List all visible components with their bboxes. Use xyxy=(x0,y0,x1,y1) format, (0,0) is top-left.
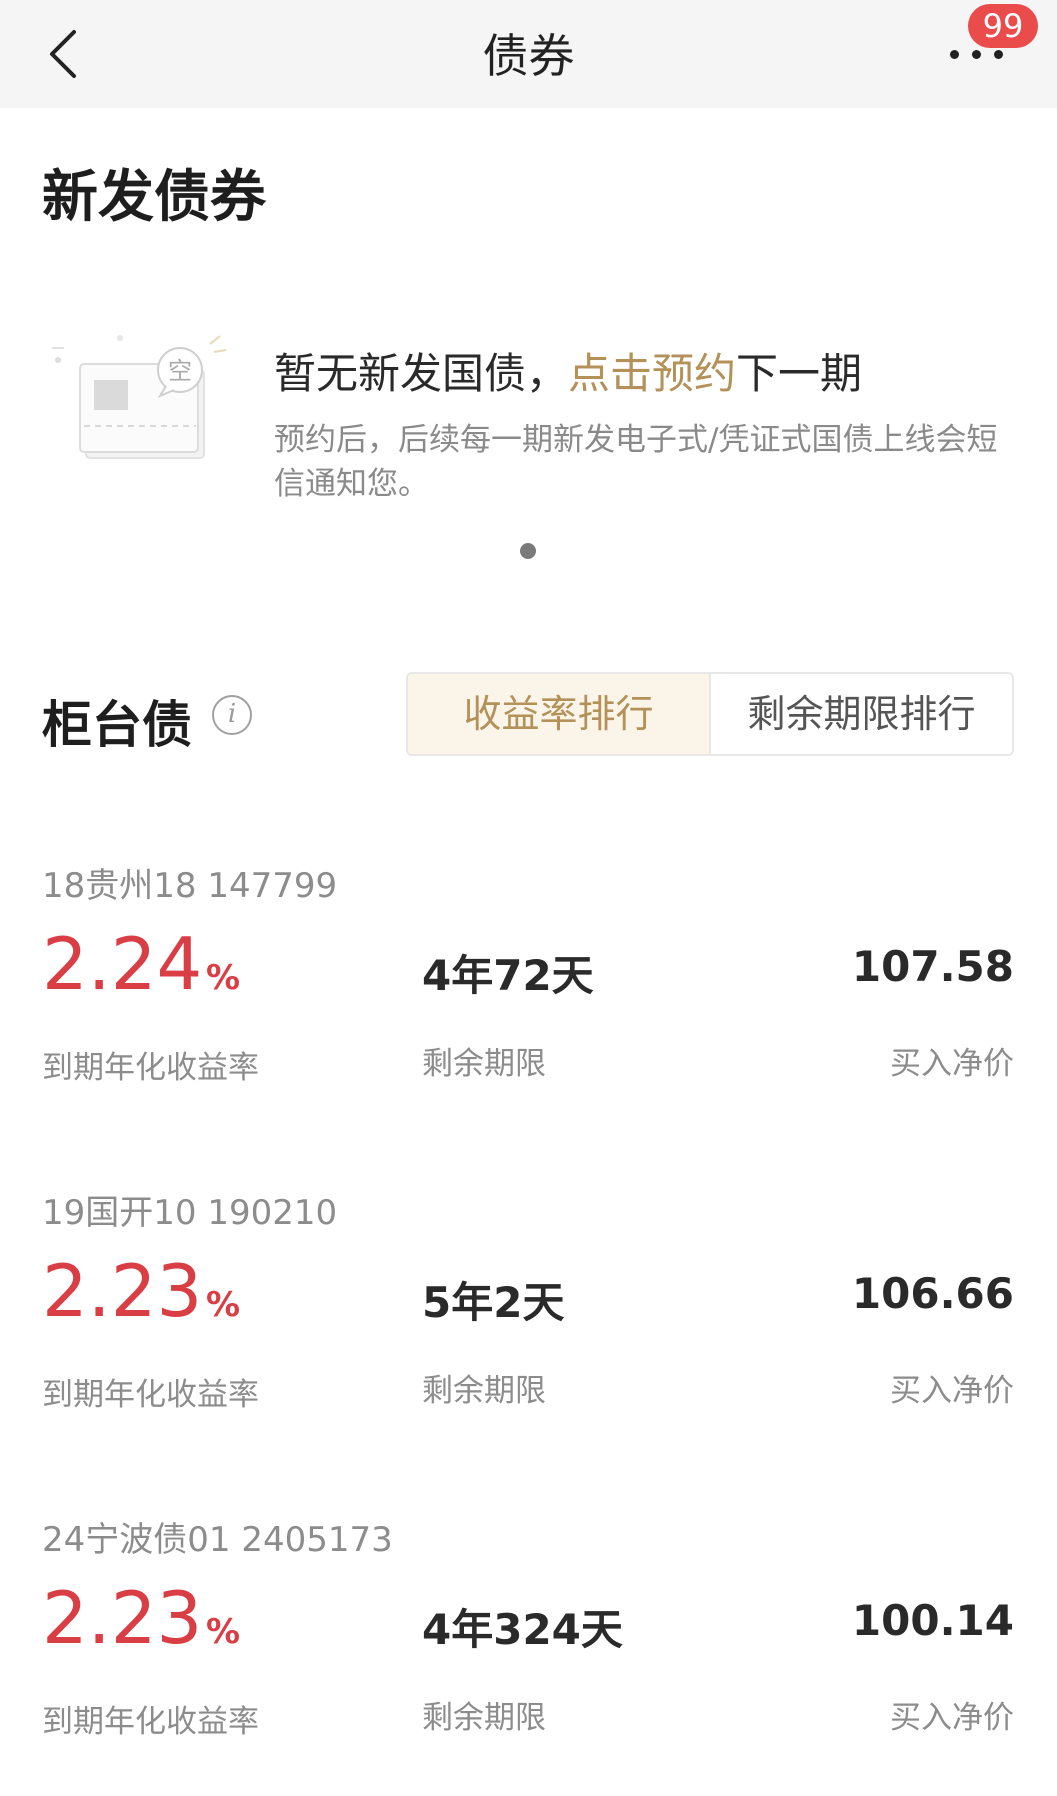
bond-yield-value: 2.23 xyxy=(42,1576,203,1660)
empty-state-illustration: 空 xyxy=(52,335,227,459)
bond-list-item[interactable]: 24宁波债01 2405173 2.23 % 到期年化收益率 4年324天 剩余… xyxy=(0,1512,1057,1762)
bond-remaining-term: 5年2天 xyxy=(422,1278,565,1327)
sort-segmented-control: 收益率排行 剩余期限排行 xyxy=(406,672,1014,756)
bond-remaining-term-label: 剩余期限 xyxy=(422,1373,546,1409)
bond-name: 24宁波债01 2405173 xyxy=(42,1520,393,1560)
more-dot xyxy=(994,50,1003,59)
reserve-link[interactable]: 点击预约 xyxy=(568,349,736,398)
top-nav-bar: 债券 99 xyxy=(0,0,1057,108)
bond-remaining-term-label: 剩余期限 xyxy=(422,1700,546,1736)
more-dots-icon xyxy=(950,50,959,59)
bond-list-item[interactable]: 18贵州18 147799 2.24 % 到期年化收益率 4年72天 剩余期限 … xyxy=(0,858,1057,1108)
bond-yield-label: 到期年化收益率 xyxy=(42,1704,259,1740)
percent-sign: % xyxy=(206,958,241,998)
bond-net-price: 100.14 xyxy=(851,1596,1014,1645)
notification-badge: 99 xyxy=(968,4,1038,48)
counter-bonds-title: 柜台债 xyxy=(42,696,192,754)
bond-yield-value: 2.23 xyxy=(42,1249,203,1333)
bond-remaining-term: 4年72天 xyxy=(422,951,594,1000)
bond-remaining-term-label: 剩余期限 xyxy=(422,1046,546,1082)
tab-yield-ranking[interactable]: 收益率排行 xyxy=(408,674,711,754)
bond-yield-value: 2.24 xyxy=(42,922,203,1006)
no-new-bonds-text: 暂无新发国债， xyxy=(274,349,569,398)
more-dot xyxy=(972,50,981,59)
percent-sign: % xyxy=(206,1285,241,1325)
page-title: 债券 xyxy=(482,29,575,83)
bond-net-price: 107.58 xyxy=(851,942,1014,991)
bond-list-item[interactable]: 19国开10 190210 2.23 % 到期年化收益率 5年2天 剩余期限 1… xyxy=(0,1185,1057,1435)
next-issue-text: 下一期 xyxy=(736,349,863,398)
bond-net-price-label: 买入净价 xyxy=(890,1373,1014,1409)
carousel-indicator xyxy=(520,543,536,559)
bond-net-price-label: 买入净价 xyxy=(890,1046,1014,1082)
percent-sign: % xyxy=(206,1612,241,1652)
bond-yield-label: 到期年化收益率 xyxy=(42,1377,259,1413)
bond-net-price: 106.66 xyxy=(851,1269,1014,1318)
bond-yield-label: 到期年化收益率 xyxy=(42,1050,259,1086)
empty-label: 空 xyxy=(168,357,192,385)
bond-name: 19国开10 190210 xyxy=(42,1193,338,1233)
reservation-prompt: 暂无新发国债，点击预约下一期 xyxy=(274,340,862,401)
info-icon[interactable]: i xyxy=(212,695,252,735)
bond-remaining-term: 4年324天 xyxy=(422,1605,623,1654)
new-bonds-title: 新发债券 xyxy=(42,165,266,230)
bond-net-price-label: 买入净价 xyxy=(890,1700,1014,1736)
reservation-description: 预约后，后续每一期新发电子式/凭证式国债上线会短信通知您。 xyxy=(274,422,998,502)
tab-remaining-term-ranking[interactable]: 剩余期限排行 xyxy=(711,674,1012,754)
bond-name: 18贵州18 147799 xyxy=(42,866,338,906)
